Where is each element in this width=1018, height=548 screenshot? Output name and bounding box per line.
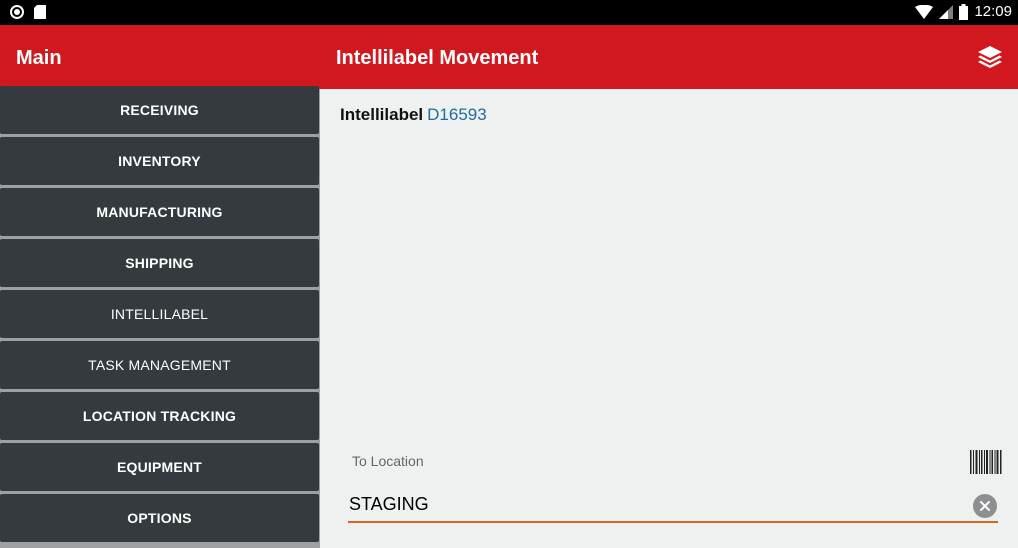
layers-icon xyxy=(978,46,1002,68)
nav-title: Main xyxy=(16,47,62,69)
sidebar-item-task-management[interactable]: TASK MANAGEMENT xyxy=(0,341,319,389)
cell-signal-icon xyxy=(939,4,954,19)
intellilabel-info: Intellilabel D16593 xyxy=(340,105,487,125)
sidebar-item-options[interactable]: OPTIONS xyxy=(0,494,319,542)
sidebar-item-label: INTELLILABEL xyxy=(110,306,209,322)
sidebar-item-label: MANUFACTURING xyxy=(96,204,223,220)
to-location-label: To Location xyxy=(352,453,424,469)
sidebar-item-manufacturing[interactable]: MANUFACTURING xyxy=(0,188,319,236)
record-icon xyxy=(10,5,24,19)
sidebar-item-label: EQUIPMENT xyxy=(116,459,203,475)
sidebar-item-inventory[interactable]: INVENTORY xyxy=(0,137,319,185)
sidebar-item-label: RECEIVING xyxy=(120,102,199,118)
status-left-icons xyxy=(10,5,46,19)
status-right-icons: 12:09 xyxy=(915,3,1012,20)
close-icon xyxy=(980,501,990,511)
barcode-scan-button[interactable] xyxy=(968,448,1004,476)
status-bar: 12:09 xyxy=(0,0,1018,25)
sidebar-menu: RECEIVING INVENTORY MANUFACTURING SHIPPI… xyxy=(0,86,320,548)
barcode-icon xyxy=(970,450,1002,474)
wifi-icon xyxy=(915,4,934,19)
layers-button[interactable] xyxy=(976,43,1004,71)
sidebar-item-label: LOCATION TRACKING xyxy=(82,408,237,424)
to-location-input[interactable] xyxy=(348,491,998,523)
sidebar-item-label: SHIPPING xyxy=(125,255,194,271)
sidebar-item-label: TASK MANAGEMENT xyxy=(88,357,231,373)
sd-card-icon xyxy=(34,5,46,19)
main-content: Intellilabel D16593 To Location xyxy=(320,89,1018,548)
app-bar: Main Intellilabel Movement xyxy=(0,25,1018,89)
page-title: Intellilabel Movement xyxy=(336,47,539,69)
intellilabel-value: D16593 xyxy=(427,105,487,124)
sidebar-item-shipping[interactable]: SHIPPING xyxy=(0,239,319,287)
sidebar-item-label: INVENTORY xyxy=(118,153,201,169)
sidebar-item-label: OPTIONS xyxy=(127,510,192,526)
sidebar-item-location-tracking[interactable]: LOCATION TRACKING xyxy=(0,392,319,440)
status-time: 12:09 xyxy=(974,3,1012,20)
sidebar-item-receiving[interactable]: RECEIVING xyxy=(0,86,319,134)
clear-input-button[interactable] xyxy=(973,494,997,518)
sidebar-item-equipment[interactable]: EQUIPMENT xyxy=(0,443,319,491)
sidebar-item-intellilabel[interactable]: INTELLILABEL xyxy=(0,290,319,338)
intellilabel-label: Intellilabel xyxy=(340,105,424,124)
battery-icon xyxy=(959,3,969,20)
